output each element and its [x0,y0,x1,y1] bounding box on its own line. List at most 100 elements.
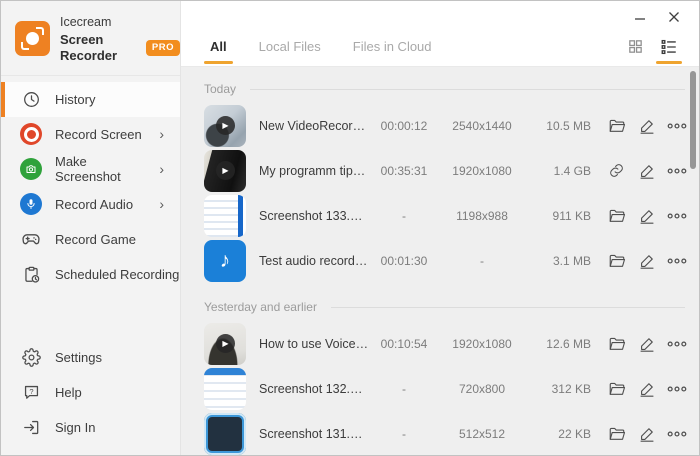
file-name: My programm tips & lifehacks.mp4 [259,164,369,178]
app-title-line2: Screen Recorder [60,32,140,65]
chevron-right-icon: › [159,196,164,212]
edit-icon[interactable] [637,206,656,226]
file-row[interactable]: New VideoRecorder lifehacks.mp4 00:00:12… [204,103,699,148]
file-resolution: - [439,254,525,268]
grid-view-icon[interactable] [623,27,647,66]
app-logo: Icecream Screen Recorder PRO [1,1,180,76]
sidebar-item-record-game[interactable]: Record Game [1,222,180,257]
camera-icon [20,158,42,180]
play-icon [216,161,235,180]
edit-icon[interactable] [637,379,656,399]
scrollbar[interactable] [690,71,696,169]
file-duration: - [369,382,439,396]
file-row[interactable]: Screenshot 131.png - 512x512 22 KB [204,411,699,455]
edit-icon[interactable] [637,251,656,271]
sidebar: Icecream Screen Recorder PRO History Rec… [1,1,181,455]
file-name: New VideoRecorder lifehacks.mp4 [259,119,369,133]
minimize-icon[interactable] [627,7,653,27]
list-view-icon[interactable] [657,27,681,66]
sidebar-item-label: Scheduled Recording [55,267,179,282]
link-icon[interactable] [607,161,626,181]
file-size: 1.4 GB [525,164,591,178]
folder-icon[interactable] [607,206,626,226]
sidebar-item-label: Record Screen [55,127,142,142]
tab-local-files[interactable]: Local Files [257,27,323,66]
more-options-icon[interactable] [667,379,687,399]
sign-in-icon [20,417,42,439]
more-options-icon[interactable] [667,424,687,444]
edit-icon[interactable] [637,161,656,181]
edit-icon[interactable] [637,116,656,136]
pro-badge: PRO [146,40,180,56]
folder-icon[interactable] [607,424,626,444]
file-row[interactable]: Screenshot 133.png - 1198x988 911 KB [204,193,699,238]
file-thumbnail[interactable] [204,150,246,192]
file-resolution: 512x512 [439,427,525,441]
file-row[interactable]: Screenshot 132.png - 720x800 312 KB [204,366,699,411]
chevron-right-icon: › [159,161,164,177]
more-options-icon[interactable] [667,334,687,354]
folder-icon[interactable] [607,251,626,271]
file-thumbnail[interactable] [204,413,246,455]
titlebar [181,1,699,27]
more-options-icon[interactable] [667,116,687,136]
file-resolution: 2540x1440 [439,119,525,133]
sidebar-item-record-screen[interactable]: Record Screen › [1,117,180,152]
sidebar-item-help[interactable]: ? Help [1,375,180,410]
sidebar-item-history[interactable]: History [1,82,180,117]
file-size: 3.1 MB [525,254,591,268]
file-duration: - [369,427,439,441]
sidebar-nav: History Record Screen › Make Screenshot … [1,82,180,292]
edit-icon[interactable] [637,424,656,444]
folder-icon[interactable] [607,334,626,354]
sidebar-item-settings[interactable]: Settings [1,340,180,375]
tab-all[interactable]: All [208,27,229,66]
file-row[interactable]: My programm tips & lifehacks.mp4 00:35:3… [204,148,699,193]
file-name: Screenshot 132.png [259,382,369,396]
edit-icon[interactable] [637,334,656,354]
help-icon: ? [20,382,42,404]
chevron-right-icon: › [159,126,164,142]
file-thumbnail[interactable] [204,240,246,282]
more-options-icon[interactable] [667,206,687,226]
sidebar-footer: Settings ? Help Sign In [1,340,180,455]
sidebar-item-scheduled-recording[interactable]: Scheduled Recording [1,257,180,292]
row-actions [607,206,687,226]
more-options-icon[interactable] [667,161,687,181]
music-note-icon [204,240,246,282]
file-thumbnail[interactable] [204,195,246,237]
folder-icon[interactable] [607,379,626,399]
file-thumbnail[interactable] [204,368,246,410]
sidebar-item-sign-in[interactable]: Sign In [1,410,180,445]
sidebar-item-label: Record Game [55,232,136,247]
section-divider [331,307,685,308]
more-options-icon[interactable] [667,251,687,271]
close-icon[interactable] [661,7,687,27]
tab-files-in-cloud[interactable]: Files in Cloud [351,27,434,66]
file-row[interactable]: Test audio record.mp3 00:01:30 - 3.1 MB [204,238,699,283]
file-resolution: 1920x1080 [439,164,525,178]
sidebar-item-make-screenshot[interactable]: Make Screenshot › [1,152,180,187]
app-title-line1: Icecream [60,15,111,29]
file-name: Screenshot 131.png [259,427,369,441]
row-actions [607,334,687,354]
sidebar-item-record-audio[interactable]: Record Audio › [1,187,180,222]
main-panel: All Local Files Files in Cloud Today [181,1,699,455]
sidebar-item-label: Help [55,385,82,400]
file-size: 312 KB [525,382,591,396]
file-duration: 00:35:31 [369,164,439,178]
sidebar-item-label: History [55,92,95,107]
app-title: Icecream Screen Recorder PRO [60,12,180,65]
file-list: Today New VideoRecorder lifehacks.mp4 00… [181,67,699,455]
section-divider [250,89,685,90]
app-window: Icecream Screen Recorder PRO History Rec… [0,0,700,456]
file-thumbnail[interactable] [204,105,246,147]
gear-icon [20,347,42,369]
file-resolution: 1920x1080 [439,337,525,351]
file-row[interactable]: How to use Voice recorder.mp4 00:10:54 1… [204,321,699,366]
sidebar-item-label: Make Screenshot [55,154,146,184]
file-thumbnail[interactable] [204,323,246,365]
file-size: 22 KB [525,427,591,441]
file-duration: 00:10:54 [369,337,439,351]
folder-icon[interactable] [607,116,626,136]
